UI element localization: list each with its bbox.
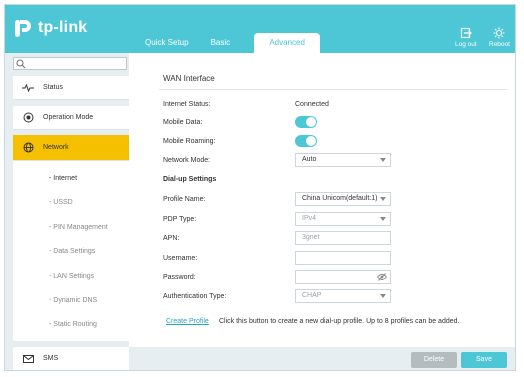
profile-name-select[interactable]: China Unicom(default:1) [295, 192, 391, 206]
apn-label: APN: [163, 235, 180, 242]
reboot-icon [493, 27, 505, 39]
brand-logo: tp-link [13, 17, 87, 39]
create-profile-hint: Click this button to create a new dial-u… [219, 318, 460, 325]
tab-basic[interactable]: Basic [199, 33, 241, 53]
submenu-dynamic-dns[interactable]: - Dynamic DNS [49, 297, 97, 304]
mobile-roaming-toggle[interactable] [295, 135, 317, 147]
username-field[interactable] [295, 251, 391, 265]
chevron-down-icon [380, 217, 386, 221]
mobile-data-label: Mobile Data: [163, 119, 203, 126]
wan-interface-title: WAN Interface [163, 74, 215, 83]
logout-label: Log out [455, 41, 477, 48]
internet-status-value: Connected [295, 101, 329, 108]
create-profile-link[interactable]: Create Profile [166, 318, 209, 325]
section-divider [159, 89, 507, 90]
save-button[interactable]: Save [461, 352, 507, 368]
auth-type-label: Authentication Type: [163, 293, 227, 300]
auth-type-select[interactable]: CHAP [295, 289, 391, 303]
sidebar-item-sms[interactable]: SMS [13, 347, 129, 370]
sidebar-item-label: Network [43, 144, 69, 151]
globe-icon [21, 142, 35, 153]
network-submenu: - Internet - USSD - PIN Management - Dat… [13, 161, 129, 341]
pdp-type-select[interactable]: IPv4 [295, 212, 391, 226]
mobile-roaming-label: Mobile Roaming: [163, 138, 216, 145]
submenu-pin-management[interactable]: - PIN Management [49, 224, 108, 231]
router-admin-window: tp-link Quick Setup Basic Advanced Log o… [4, 4, 516, 371]
password-label: Password: [163, 274, 196, 281]
password-field[interactable] [295, 270, 391, 284]
reboot-button[interactable]: Reboot [489, 27, 510, 48]
reboot-label: Reboot [489, 41, 510, 48]
pdp-type-value: IPv4 [302, 215, 317, 222]
sidebar-item-label: Operation Mode [43, 114, 94, 121]
sidebar-item-label: SMS [43, 355, 59, 362]
apn-field[interactable]: 3gnet [295, 231, 391, 245]
internet-status-label: Internet Status: [163, 101, 211, 108]
chevron-down-icon [380, 294, 386, 298]
username-label: Username: [163, 255, 198, 262]
tp-link-logo-icon [15, 20, 31, 37]
network-mode-value: Auto [302, 156, 317, 163]
apn-value: 3gnet [302, 234, 320, 241]
auth-type-value: CHAP [302, 292, 322, 299]
network-mode-label: Network Mode: [163, 157, 211, 164]
dialup-settings-title: Dial-up Settings [163, 176, 217, 183]
profile-name-label: Profile Name: [163, 196, 206, 203]
eye-slash-icon[interactable] [377, 273, 387, 281]
search-icon [16, 59, 26, 69]
chevron-down-icon [380, 197, 386, 201]
tab-advanced[interactable]: Advanced [254, 33, 321, 53]
envelope-icon [21, 354, 35, 363]
network-mode-select[interactable]: Auto [295, 153, 391, 167]
tab-quick-setup[interactable]: Quick Setup [135, 33, 199, 53]
submenu-ussd[interactable]: - USSD [49, 199, 73, 206]
sidebar-item-label: Status [43, 84, 63, 91]
sidebar-item-operation-mode[interactable]: Operation Mode [13, 106, 129, 130]
pulse-icon [21, 83, 35, 92]
action-footer: Delete Save [129, 347, 515, 370]
delete-button[interactable]: Delete [411, 352, 457, 368]
chevron-down-icon [380, 158, 386, 162]
submenu-data-settings[interactable]: - Data Settings [49, 248, 95, 255]
sidebar-item-network[interactable]: Network [13, 135, 129, 161]
brand-name: tp-link [38, 19, 88, 36]
mobile-data-toggle[interactable] [295, 116, 317, 128]
search-input[interactable] [13, 57, 127, 70]
logout-icon [460, 27, 472, 39]
pdp-type-label: PDP Type: [163, 216, 197, 223]
main-tabs: Quick Setup Basic Advanced [135, 33, 321, 53]
profile-name-value: China Unicom(default:1) [302, 195, 378, 202]
logout-button[interactable]: Log out [455, 27, 477, 48]
submenu-static-routing[interactable]: - Static Routing [49, 321, 97, 328]
submenu-lan-settings[interactable]: - LAN Settings [49, 273, 94, 280]
toggle-icon [21, 112, 35, 123]
sidebar: Status Operation Mode Network - Internet… [5, 53, 129, 370]
header-bar: tp-link Quick Setup Basic Advanced Log o… [5, 5, 515, 53]
submenu-internet[interactable]: - Internet [49, 175, 77, 182]
sidebar-item-status[interactable]: Status [13, 76, 129, 100]
